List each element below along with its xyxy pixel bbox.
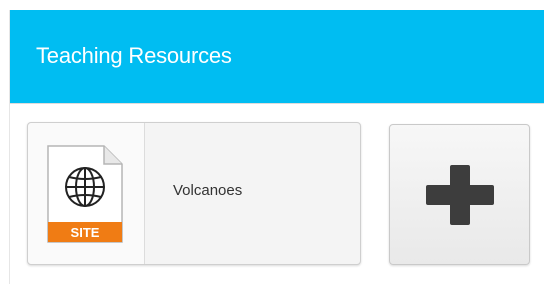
panel-title: Teaching Resources [36,43,232,68]
add-resource-button[interactable] [389,124,530,265]
resource-label: Volcanoes [173,182,243,199]
globe-icon [65,167,105,207]
site-file-icon: SITE [47,145,123,243]
resource-icon-area: SITE [28,123,145,264]
plus-icon [426,165,494,225]
resource-tile-volcanoes[interactable]: SITE Volcanoes [27,122,361,265]
panel-header: Teaching Resources [10,10,544,103]
file-type-badge: SITE [71,225,100,240]
